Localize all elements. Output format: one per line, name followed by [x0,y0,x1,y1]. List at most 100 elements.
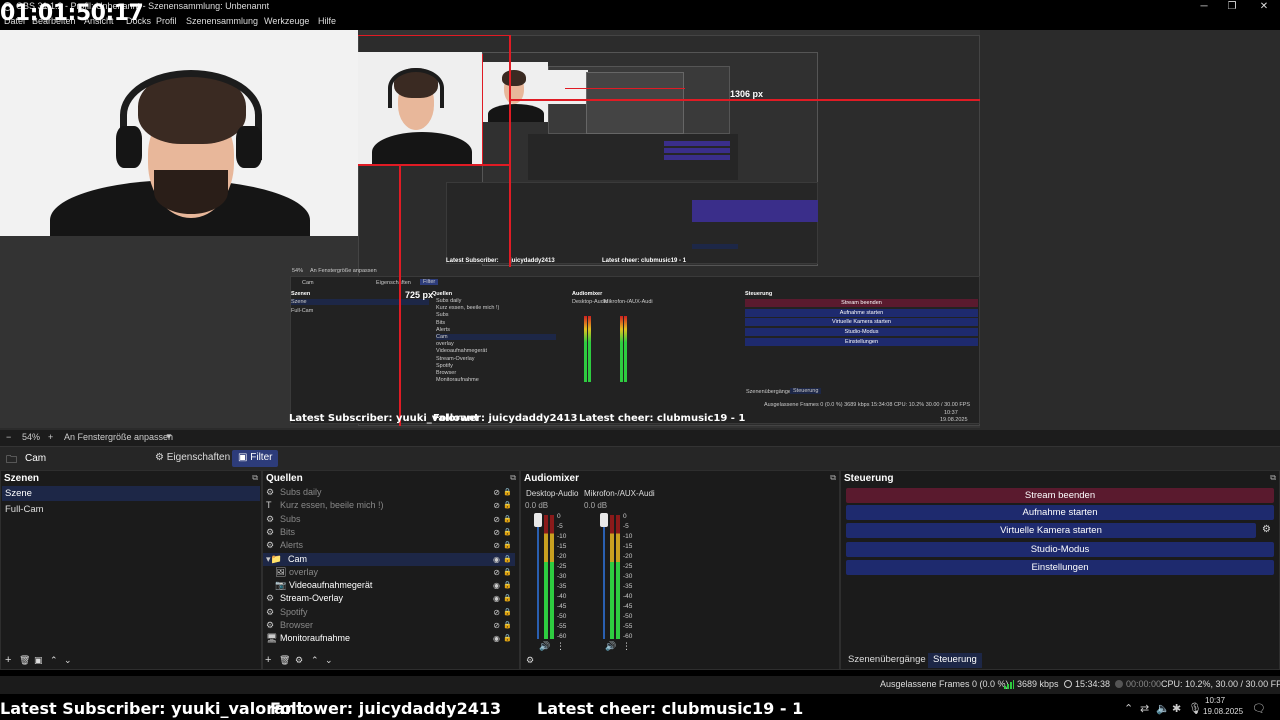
eye-off-icon[interactable]: ⊘ [493,539,500,552]
notification-icon[interactable]: 🗨 [1252,702,1266,715]
move-up-icon[interactable]: ⌃ [50,655,58,666]
eye-off-icon[interactable]: ⊘ [493,606,500,619]
tray-date[interactable]: 19.08.2025 [1203,707,1243,716]
bluetooth-icon[interactable]: ✱ [1172,702,1181,715]
source-row[interactable]: ⚙ Subs daily ⊘ 🔒 [263,486,515,499]
menu-hilfe[interactable]: Hilfe [318,16,336,26]
zoom-out-button[interactable]: − [6,432,11,442]
eye-off-icon[interactable]: ⊘ [493,526,500,539]
source-row[interactable]: ⚙ Stream-Overlay ◉ 🔒 [263,592,515,605]
source-name: Stream-Overlay [280,593,344,604]
lock-icon[interactable]: 🔒 [503,579,512,592]
mute-speaker-icon[interactable]: 🔊 [605,641,616,652]
source-row[interactable]: ⚙ Spotify ⊘ 🔒 [263,606,515,619]
add-icon[interactable]: + [5,654,11,666]
dock-pin-icon[interactable]: ⧉ [510,473,516,483]
db-scale-tick: -35 [623,583,633,590]
settings-button[interactable]: Einstellungen [846,560,1274,575]
eye-icon[interactable]: ◉ [493,592,500,605]
gear-icon[interactable]: ⚙ [295,655,303,666]
eye-off-icon[interactable]: ⊘ [493,486,500,499]
lock-icon[interactable]: 🔒 [503,592,512,605]
source-row[interactable]: 🖥 Monitoraufnahme ◉ 🔒 [263,632,515,645]
menu-szenensammlung[interactable]: Szenensammlung [186,16,258,26]
source-type-icon: T [266,500,272,511]
eye-icon[interactable]: ◉ [493,579,500,592]
mute-speaker-icon[interactable]: 🔊 [539,641,550,652]
nested-webcam-1 [358,52,482,164]
controls-title: Steuerung [844,473,894,484]
close-button[interactable]: ✕ [1248,0,1280,14]
network-icon[interactable]: ⇄ [1140,702,1149,715]
source-row[interactable]: T Kurz essen, beeile mich !) ⊘ 🔒 [263,499,515,512]
eye-icon[interactable]: ◉ [493,632,500,645]
source-name: Videoaufnahmegerät [289,580,373,591]
source-row[interactable]: ▾📁 Cam ◉ 🔒 [263,552,515,566]
record-start-button[interactable]: Aufnahme starten [846,505,1274,520]
eye-icon[interactable]: ◉ [493,553,500,566]
dock-pin-icon[interactable]: ⧉ [1270,473,1276,483]
virtual-camera-button[interactable]: Virtuelle Kamera starten [846,523,1256,538]
source-row[interactable]: ⚙ Bits ⊘ 🔒 [263,526,515,539]
source-name: Subs [280,513,301,524]
advanced-audio-icon[interactable]: ⚙ [526,655,534,666]
lock-icon[interactable]: 🔒 [503,619,512,632]
tray-clock[interactable]: 10:37 [1205,696,1225,705]
volume-slider[interactable] [603,515,605,639]
zoom-value: 54% [22,432,41,442]
scene-item-full-cam[interactable]: Full-Cam [2,502,260,517]
channel-menu-icon[interactable]: ⋮ [556,641,565,652]
zoom-in-button[interactable]: + [48,432,53,442]
tab-scene-transitions[interactable]: Szenenübergänge [843,653,931,668]
studio-mode-button[interactable]: Studio-Modus [846,542,1274,557]
dropped-frames: Ausgelassene Frames 0 (0.0 %) [880,679,1009,689]
lock-icon[interactable]: 🔒 [503,526,512,539]
lock-icon[interactable]: 🔒 [503,499,512,512]
volume-slider[interactable] [537,515,539,639]
eye-off-icon[interactable]: ⊘ [493,499,500,512]
move-down-icon[interactable]: ⌄ [64,655,72,666]
trash-icon[interactable]: 🗑 [19,655,30,666]
lock-icon[interactable]: 🔒 [503,513,512,526]
eye-off-icon[interactable]: ⊘ [493,566,500,579]
speaker-icon[interactable]: 🔈 [1156,702,1170,715]
properties-button[interactable]: ⚙ Eigenschaften [150,450,235,467]
trash-icon[interactable]: 🗑 [279,655,290,666]
volume-slider-handle[interactable] [600,513,608,527]
source-row[interactable]: 🖼 overlay ⊘ 🔒 [263,566,515,579]
add-icon[interactable]: + [265,654,271,666]
lock-icon[interactable]: 🔒 [503,566,512,579]
tray-chevron-icon[interactable]: ⌃ [1124,702,1133,715]
move-down-icon[interactable]: ⌄ [325,655,333,666]
scene-item-szene[interactable]: Szene [2,486,260,501]
menu-werkzeuge[interactable]: Werkzeuge [264,16,309,26]
eye-off-icon[interactable]: ⊘ [493,619,500,632]
sources-dock: Quellen ⧉ ⚙ Subs daily ⊘ 🔒 T Kurz essen, beei… [262,470,520,670]
move-up-icon[interactable]: ⌃ [311,655,319,666]
source-row[interactable]: 📷 Videoaufnahmegerät ◉ 🔒 [263,579,515,592]
lock-icon[interactable]: 🔒 [503,606,512,619]
chevron-down-icon[interactable]: ▼ [165,432,173,441]
stream-end-button[interactable]: Stream beenden [846,488,1274,503]
lock-icon[interactable]: 🔒 [503,539,512,552]
filter-icon[interactable]: ▣ [34,655,43,666]
eye-off-icon[interactable]: ⊘ [493,513,500,526]
filter-button[interactable]: ▣ Filter [232,450,279,467]
menu-profil[interactable]: Profil [156,16,177,26]
lock-icon[interactable]: 🔒 [503,632,512,645]
source-row[interactable]: ⚙ Subs ⊘ 🔒 [263,513,515,526]
lock-icon[interactable]: 🔒 [503,486,512,499]
dock-pin-icon[interactable]: ⧉ [830,473,836,483]
tab-controls[interactable]: Steuerung [928,653,982,668]
source-row[interactable]: ⚙ Browser ⊘ 🔒 [263,619,515,632]
source-row[interactable]: ⚙ Alerts ⊘ 🔒 [263,539,515,552]
virtual-camera-settings-icon[interactable]: ⚙ [1262,524,1271,535]
dock-pin-icon[interactable]: ⧉ [252,473,258,483]
lock-icon[interactable]: 🔒 [503,553,512,566]
db-scale-tick: -25 [557,563,567,570]
volume-slider-handle[interactable] [534,513,542,527]
channel-menu-icon[interactable]: ⋮ [622,641,631,652]
microphone-icon[interactable]: 🎙 [1188,702,1202,715]
maximize-button[interactable]: ❐ [1216,0,1248,14]
fit-window-label[interactable]: An Fenstergröße anpassen [64,432,173,442]
